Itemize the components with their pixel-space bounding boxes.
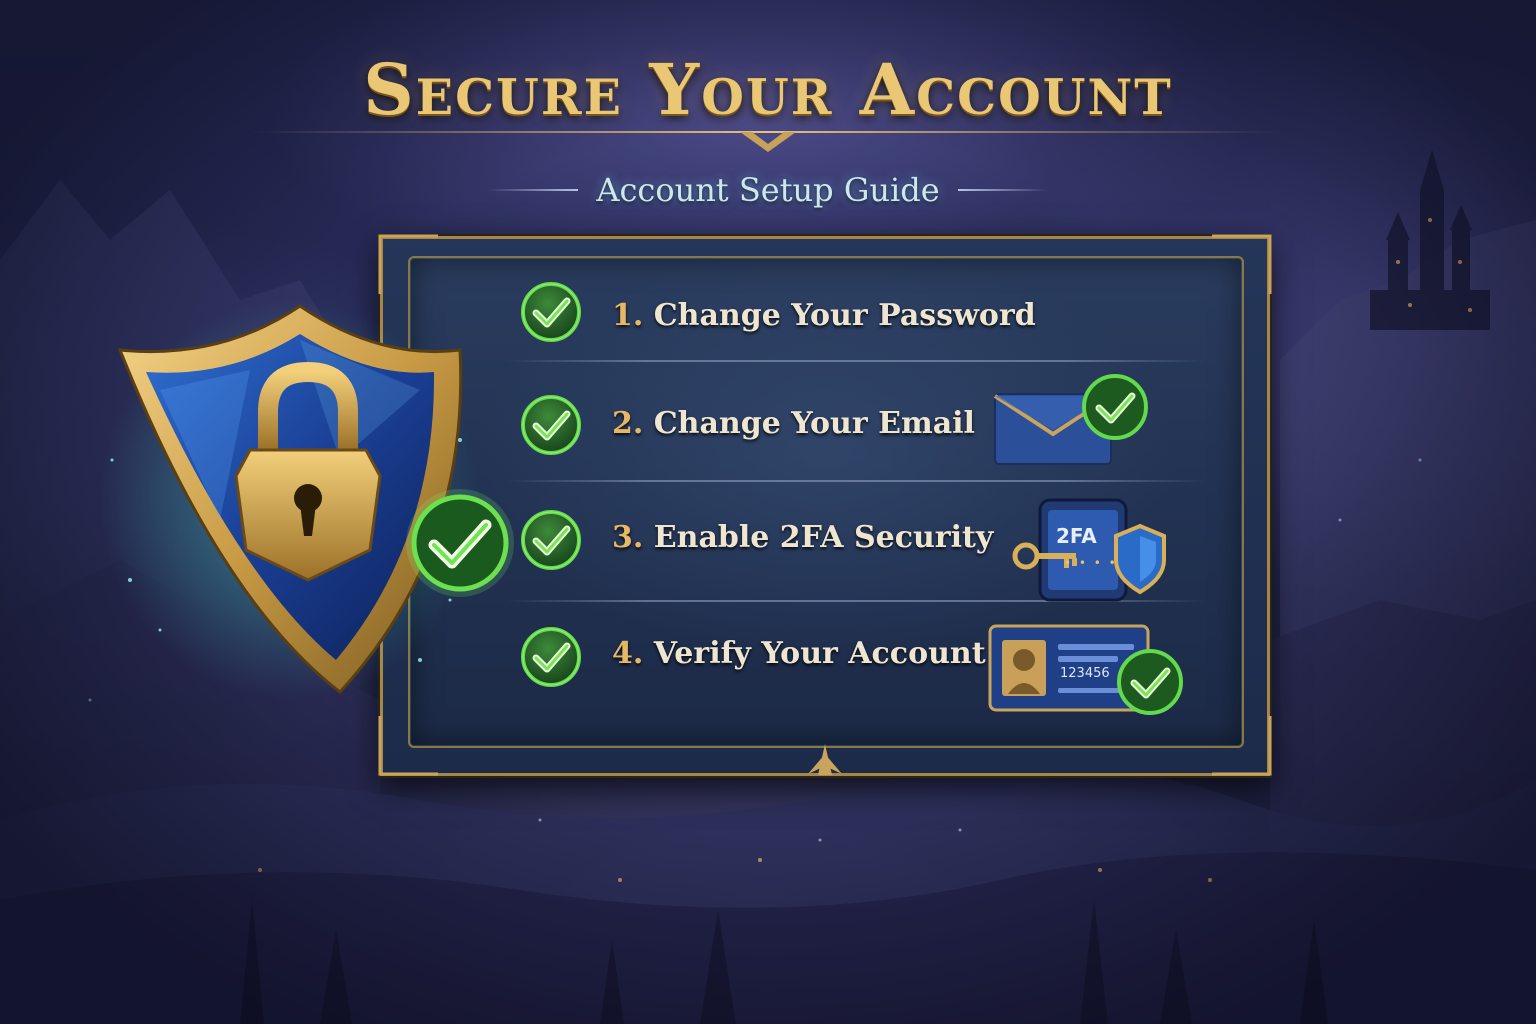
title-divider [250,131,1280,152]
check-icon [406,489,514,597]
step-3-text: Enable 2FA Security [653,520,994,555]
step-4-label: 4. Verify Your Account [612,636,986,671]
step-divider [506,480,1206,482]
step-1-number: 1. [612,298,644,333]
page-title: Secure Your Account [363,48,1173,131]
id-card-number: 123456 [1060,666,1110,681]
phone-code-dots: • • • • [1064,556,1118,570]
step-1-text: Change Your Password [653,298,1036,333]
step-4-text: Verify Your Account [653,636,986,671]
subtitle: Account Setup Guide [596,171,940,209]
subtitle-row: Account Setup Guide [0,168,1536,212]
subtitle-rule-left [488,189,579,191]
step-3-label: 3. Enable 2FA Security [612,520,993,555]
step-1-check-icon [520,281,582,343]
step-divider [506,360,1206,362]
step-4-check-icon [520,626,582,688]
step-1-label: 1. Change Your Password [612,298,1036,333]
step-2-number: 2. [612,406,644,441]
subtitle-rule-right [957,189,1048,191]
step-2-label: 2. Change Your Email [612,406,975,441]
id-card-check-icon: 123456 [986,618,1186,722]
step-2-text: Change Your Email [653,406,975,441]
step-4-number: 4. [612,636,644,671]
step-2-check-icon [520,394,582,456]
step-3-number: 3. [612,520,644,555]
phone-2fa-graphic [1012,498,1166,602]
phone-2fa-text: 2FA [1056,524,1097,548]
step-3-check-icon [520,509,582,571]
envelope-check-icon [993,374,1148,465]
phone-2fa-icon: 2FA • • • • [1012,496,1182,608]
